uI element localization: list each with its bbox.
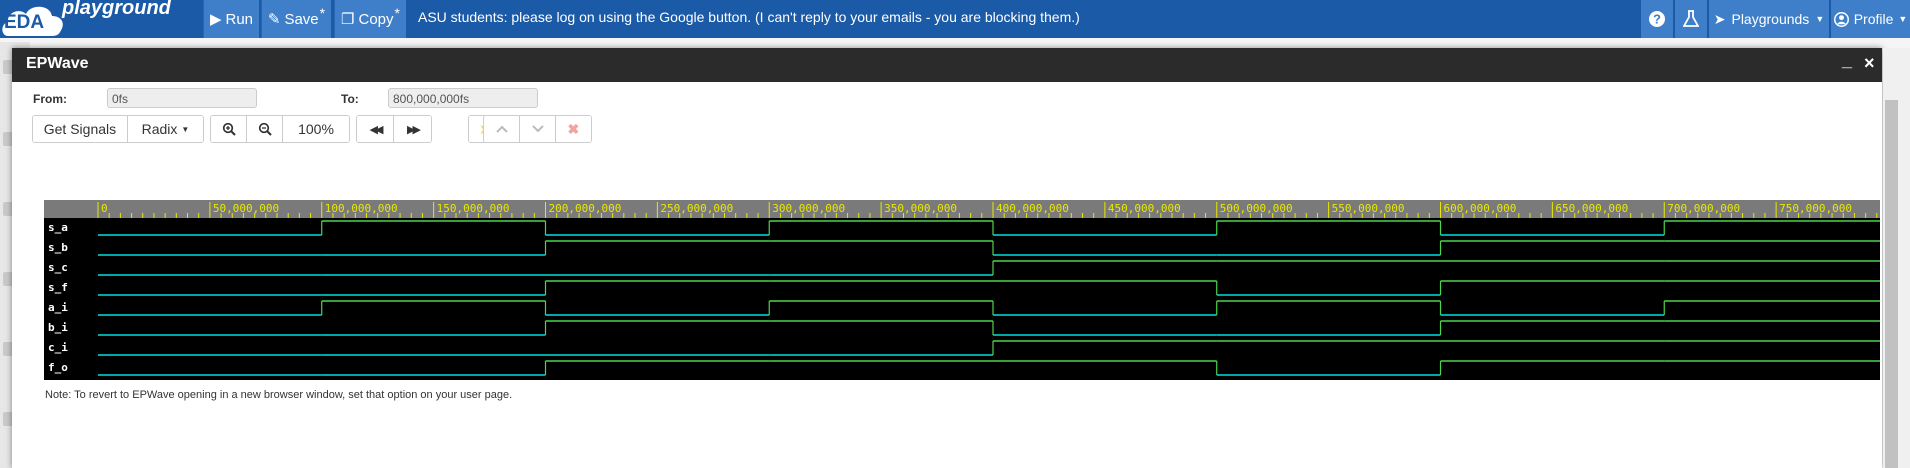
copy-button[interactable]: ❐ Copy * (334, 0, 406, 38)
minimize-icon[interactable]: _ (1842, 50, 1852, 70)
play-circle-icon: ▶︎ (209, 11, 222, 28)
signal-order-group: ✖ (483, 115, 592, 143)
to-label: To: (341, 92, 359, 106)
ruler-tick-label: 250,000,000 (660, 202, 733, 215)
profile-menu[interactable]: Profile ▼ (1831, 0, 1910, 38)
help-button[interactable]: ? (1641, 0, 1673, 38)
save-button[interactable]: ✎ Save * (261, 0, 331, 38)
signal-name: s_f (48, 281, 68, 294)
ruler-tick-label: 450,000,000 (1108, 202, 1181, 215)
signal-name: f_o (48, 361, 68, 374)
zoom-button-group: 100% (210, 115, 350, 143)
signal-name: s_b (48, 241, 68, 254)
question-circle-icon: ? (1649, 11, 1665, 27)
chevron-down-icon (531, 125, 544, 133)
remove-signal-button[interactable]: ✖ (555, 116, 591, 142)
ruler-tick-label: 700,000,000 (1667, 202, 1740, 215)
radix-button[interactable]: Radix ▼ (127, 116, 203, 142)
forward-button[interactable]: ▶▶ (394, 116, 431, 142)
zoom-out-button[interactable] (247, 116, 283, 142)
signal-name: b_i (48, 321, 68, 334)
radix-label: Radix (141, 121, 178, 137)
signal-name: s_c (48, 261, 68, 274)
run-button[interactable]: ▶︎ Run (203, 0, 259, 38)
run-label: Run (225, 10, 254, 28)
flask-button[interactable] (1675, 0, 1707, 38)
ruler-corner (44, 200, 98, 218)
from-field[interactable]: 0fs (107, 88, 257, 108)
signal-name: a_i (48, 301, 68, 314)
top-navbar: EDA playground ▶︎ Run ✎ Save * ❐ Copy * … (0, 0, 1910, 38)
zoom-level[interactable]: 100% (283, 116, 349, 142)
logo-eda-text: EDA (4, 12, 45, 33)
user-circle-icon (1833, 11, 1849, 27)
pencil-icon: ✎ (267, 11, 281, 28)
get-signals-button[interactable]: Get Signals (33, 116, 128, 142)
zoom-in-button[interactable] (211, 116, 247, 142)
ruler-tick-label: 600,000,000 (1444, 202, 1517, 215)
svg-text:?: ? (1653, 12, 1661, 27)
save-label: Save (284, 10, 319, 28)
close-icon[interactable]: × (1864, 53, 1875, 73)
ruler-tick-label: 550,000,000 (1332, 202, 1405, 215)
ruler-tick-label: 150,000,000 (437, 202, 510, 215)
to-field[interactable]: 800,000,000fs (388, 88, 538, 108)
epwave-window: EPWave _ × From: 0fs To: 800,000,000fs G… (12, 48, 1882, 468)
ruler-tick-label: 300,000,000 (772, 202, 845, 215)
ruler-tick-label: 650,000,000 (1555, 202, 1628, 215)
ruler-tick-label: 350,000,000 (884, 202, 957, 215)
zoom-in-icon (222, 122, 236, 136)
move-down-button[interactable] (520, 116, 556, 142)
backward-button[interactable]: ◀◀ (357, 116, 395, 142)
ruler-tick-label: 400,000,000 (996, 202, 1069, 215)
move-up-button[interactable] (484, 116, 521, 142)
modified-mark: * (319, 5, 326, 21)
navigate-button-group: ◀◀ ▶▶ (356, 115, 432, 143)
caret-down-icon: ▼ (1815, 14, 1825, 24)
logo-playground-text: playground (62, 0, 171, 19)
signal-name: s_a (48, 221, 68, 234)
copy-icon: ❐ (341, 11, 355, 28)
flask-icon (1683, 10, 1699, 27)
remove-icon: ✖ (567, 120, 580, 137)
copy-label: Copy (358, 10, 394, 28)
signal-button-group: Get Signals Radix ▼ (32, 115, 204, 143)
signal-name: c_i (48, 341, 68, 354)
from-label: From: (33, 92, 67, 106)
forward-icon: ▶▶ (407, 123, 421, 136)
profile-label: Profile (1853, 11, 1894, 27)
playgrounds-menu[interactable]: ➤ Playgrounds ▼ (1709, 0, 1829, 38)
playgrounds-label: Playgrounds (1731, 11, 1810, 27)
epwave-titlebar: EPWave _ × (12, 48, 1882, 82)
caret-down-icon: ▼ (1898, 14, 1908, 24)
rocket-icon: ➤ (1713, 10, 1726, 27)
note-text: Note: To revert to EPWave opening in a n… (45, 389, 513, 401)
ruler-tick-label: 500,000,000 (1220, 202, 1293, 215)
chevron-up-icon (495, 125, 508, 133)
zoom-out-icon (258, 122, 272, 136)
ruler-tick-label: 100,000,000 (325, 202, 398, 215)
waveform-viewer[interactable]: 0 50,000,000 100,000,000 150,000,000 200,000… (44, 200, 1880, 380)
ruler-tick-label: 50,000,000 (213, 202, 279, 215)
announcement-text: ASU students: please log on using the Go… (418, 9, 1080, 25)
ruler-tick-label: 750,000,000 (1779, 202, 1852, 215)
scrollbar-thumb[interactable] (1885, 100, 1898, 468)
modified-mark: * (394, 5, 400, 21)
backward-icon: ◀◀ (369, 123, 384, 136)
ruler-tick-label: 200,000,000 (549, 202, 622, 215)
ruler-tick-label: 0 (101, 202, 108, 215)
eda-playground-logo[interactable]: EDA playground (0, 0, 196, 38)
caret-down-icon: ▼ (181, 124, 190, 134)
window-title: EPWave (26, 55, 89, 72)
